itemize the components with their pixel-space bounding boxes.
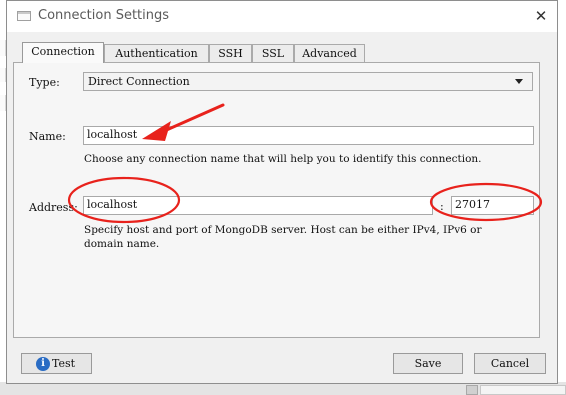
address-help-line1: Specify host and port of MongoDB server.… <box>84 224 482 236</box>
address-label: Address: <box>29 201 78 214</box>
save-button[interactable]: Save <box>393 353 463 374</box>
tab-ssl[interactable]: SSL <box>252 44 294 62</box>
type-label: Type: <box>29 76 60 89</box>
tab-advanced[interactable]: Advanced <box>294 44 365 62</box>
type-select[interactable]: Direct Connection <box>83 72 533 91</box>
port-separator: : <box>440 200 444 213</box>
window-icon <box>17 11 31 21</box>
name-field[interactable]: localhost <box>83 126 534 145</box>
info-icon: i <box>36 357 50 371</box>
test-button[interactable]: Test <box>21 353 92 374</box>
background-scrollbar[interactable] <box>466 385 478 395</box>
dialog-title: Connection Settings <box>38 8 170 23</box>
background-panel-chip <box>480 385 566 395</box>
host-field[interactable]: localhost <box>83 196 433 215</box>
tab-ssh[interactable]: SSH <box>209 44 252 62</box>
tab-connection[interactable]: Connection <box>22 42 104 63</box>
address-help-line2: domain name. <box>84 238 160 250</box>
chevron-down-icon[interactable] <box>515 79 523 84</box>
name-help-text: Choose any connection name that will hel… <box>84 153 482 165</box>
close-icon[interactable]: ✕ <box>531 6 551 26</box>
port-field[interactable]: 27017 <box>451 196 534 215</box>
tab-authentication[interactable]: Authentication <box>104 44 209 62</box>
title-bar[interactable]: Connection Settings ✕ <box>7 1 557 32</box>
name-label: Name: <box>29 130 66 143</box>
cancel-button[interactable]: Cancel <box>474 353 546 374</box>
